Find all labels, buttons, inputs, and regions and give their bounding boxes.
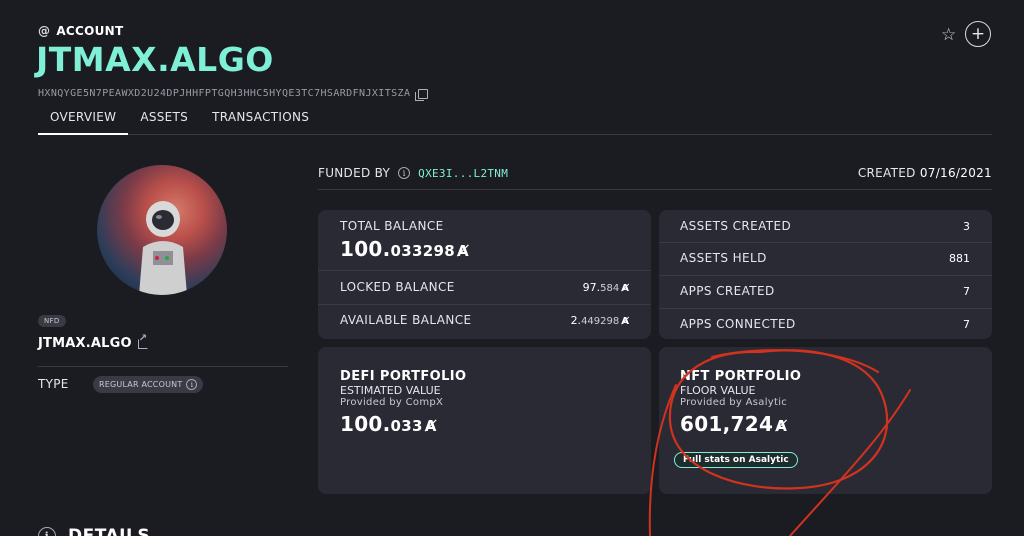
account-type-value: REGULAR ACCOUNT — [99, 380, 183, 389]
divider — [318, 189, 992, 190]
page-title: JTMAX.ALGO — [36, 40, 274, 79]
locked-balance-int: 97. — [582, 281, 601, 294]
available-balance-label: AVAILABLE BALANCE — [340, 313, 472, 327]
details-section-header: i DETAILS — [38, 526, 150, 536]
balance-card: TOTAL BALANCE 100.033298 Ⱥ LOCKED BALANCE… — [318, 210, 651, 339]
stat-value: 881 — [949, 252, 970, 265]
funded-by-address[interactable]: QXE3I...L2TNM — [418, 167, 508, 180]
algo-icon: Ⱥ — [621, 316, 629, 327]
funded-by-row: FUNDED BY i QXE3I...L2TNM — [318, 166, 508, 180]
nfd-name-link[interactable]: JTMAX.ALGO — [38, 333, 148, 351]
total-balance-label: TOTAL BALANCE — [340, 219, 444, 233]
defi-title: DEFI PORTFOLIO — [340, 369, 467, 384]
divider — [659, 275, 992, 276]
stat-label: APPS CONNECTED — [680, 317, 796, 331]
copy-icon[interactable] — [415, 88, 429, 101]
external-link-icon[interactable] — [137, 333, 148, 349]
algo-icon: Ⱥ — [456, 242, 469, 260]
available-balance-frac: 449298 — [581, 316, 620, 327]
defi-value-int: 100. — [340, 412, 391, 436]
tab-overview[interactable]: OVERVIEW — [38, 108, 129, 135]
type-label: TYPE — [38, 377, 69, 391]
locked-balance-value: 97.584 Ⱥ — [583, 281, 629, 294]
account-type-badge: REGULAR ACCOUNT i — [93, 376, 204, 393]
divider — [318, 304, 651, 305]
total-balance-frac: 033298 — [390, 242, 455, 260]
account-address: HXNQYGE5N7PEAWXD2U24DPJHHFPTGQH3HHC5HYQE… — [38, 88, 411, 99]
nft-title: NFT PORTFOLIO — [680, 369, 802, 384]
tab-bar: OVERVIEW ASSETS TRANSACTIONS — [38, 108, 992, 135]
divider — [318, 270, 651, 271]
details-label: DETAILS — [68, 526, 151, 536]
defi-value: 100.033 Ⱥ — [340, 412, 437, 436]
section-label-text: ACCOUNT — [56, 24, 124, 38]
nft-value: 601,724 Ⱥ — [680, 412, 787, 436]
algo-icon: Ⱥ — [424, 417, 437, 435]
avatar — [97, 165, 227, 295]
stat-value: 7 — [963, 285, 970, 298]
stat-value: 7 — [963, 318, 970, 331]
nfd-name[interactable]: JTMAX.ALGO — [38, 336, 132, 351]
star-icon[interactable]: ☆ — [941, 25, 956, 45]
created-label: CREATED — [857, 166, 916, 180]
created-date: 07/16/2021 — [919, 166, 992, 180]
available-balance-value: 2.449298 Ⱥ — [571, 314, 629, 327]
defi-portfolio-card: DEFI PORTFOLIO ESTIMATED VALUE Provided … — [318, 347, 651, 494]
stat-label: APPS CREATED — [680, 284, 775, 298]
available-balance-int: 2. — [570, 314, 582, 327]
total-balance-value: 100.033298 Ⱥ — [340, 237, 469, 261]
created-row: CREATED 07/16/2021 — [818, 166, 992, 180]
algo-icon: Ⱥ — [621, 283, 629, 294]
tab-transactions[interactable]: TRANSACTIONS — [200, 108, 321, 135]
locked-balance-frac: 584 — [600, 283, 620, 294]
nft-subtitle: FLOOR VALUE — [680, 384, 756, 397]
funded-by-label: FUNDED BY — [318, 166, 391, 180]
divider — [38, 366, 288, 367]
divider — [659, 242, 992, 243]
asalytic-stats-link[interactable]: Full stats on Asalytic — [674, 452, 798, 468]
tab-assets[interactable]: ASSETS — [128, 108, 200, 135]
plus-icon[interactable]: + — [965, 21, 991, 47]
stat-value: 3 — [963, 220, 970, 233]
divider — [659, 308, 992, 309]
stat-label: ASSETS CREATED — [680, 219, 792, 233]
defi-provider: Provided by CompX — [340, 397, 444, 408]
defi-subtitle: ESTIMATED VALUE — [340, 384, 441, 397]
account-address-row: HXNQYGE5N7PEAWXD2U24DPJHHFPTGQH3HHC5HYQE… — [38, 88, 429, 101]
nft-value-int: 601,724 — [680, 412, 774, 436]
info-icon[interactable]: i — [186, 379, 198, 390]
stat-label: ASSETS HELD — [680, 251, 767, 265]
info-icon: i — [38, 527, 56, 536]
nft-portfolio-card: NFT PORTFOLIO FLOOR VALUE Provided by As… — [659, 347, 992, 494]
nft-provider: Provided by Asalytic — [680, 397, 788, 408]
total-balance-int: 100. — [340, 237, 391, 261]
info-icon[interactable]: i — [398, 167, 411, 179]
astronaut-figure — [139, 201, 187, 295]
asset-stats-card: ASSETS CREATED 3 ASSETS HELD 881 APPS CR… — [659, 210, 992, 339]
at-icon: @ — [38, 24, 51, 38]
defi-value-frac: 033 — [390, 417, 423, 435]
section-label: @ ACCOUNT — [38, 24, 124, 38]
locked-balance-label: LOCKED BALANCE — [340, 280, 455, 294]
algo-icon: Ⱥ — [775, 417, 788, 435]
nfd-badge: NFD — [38, 315, 66, 327]
